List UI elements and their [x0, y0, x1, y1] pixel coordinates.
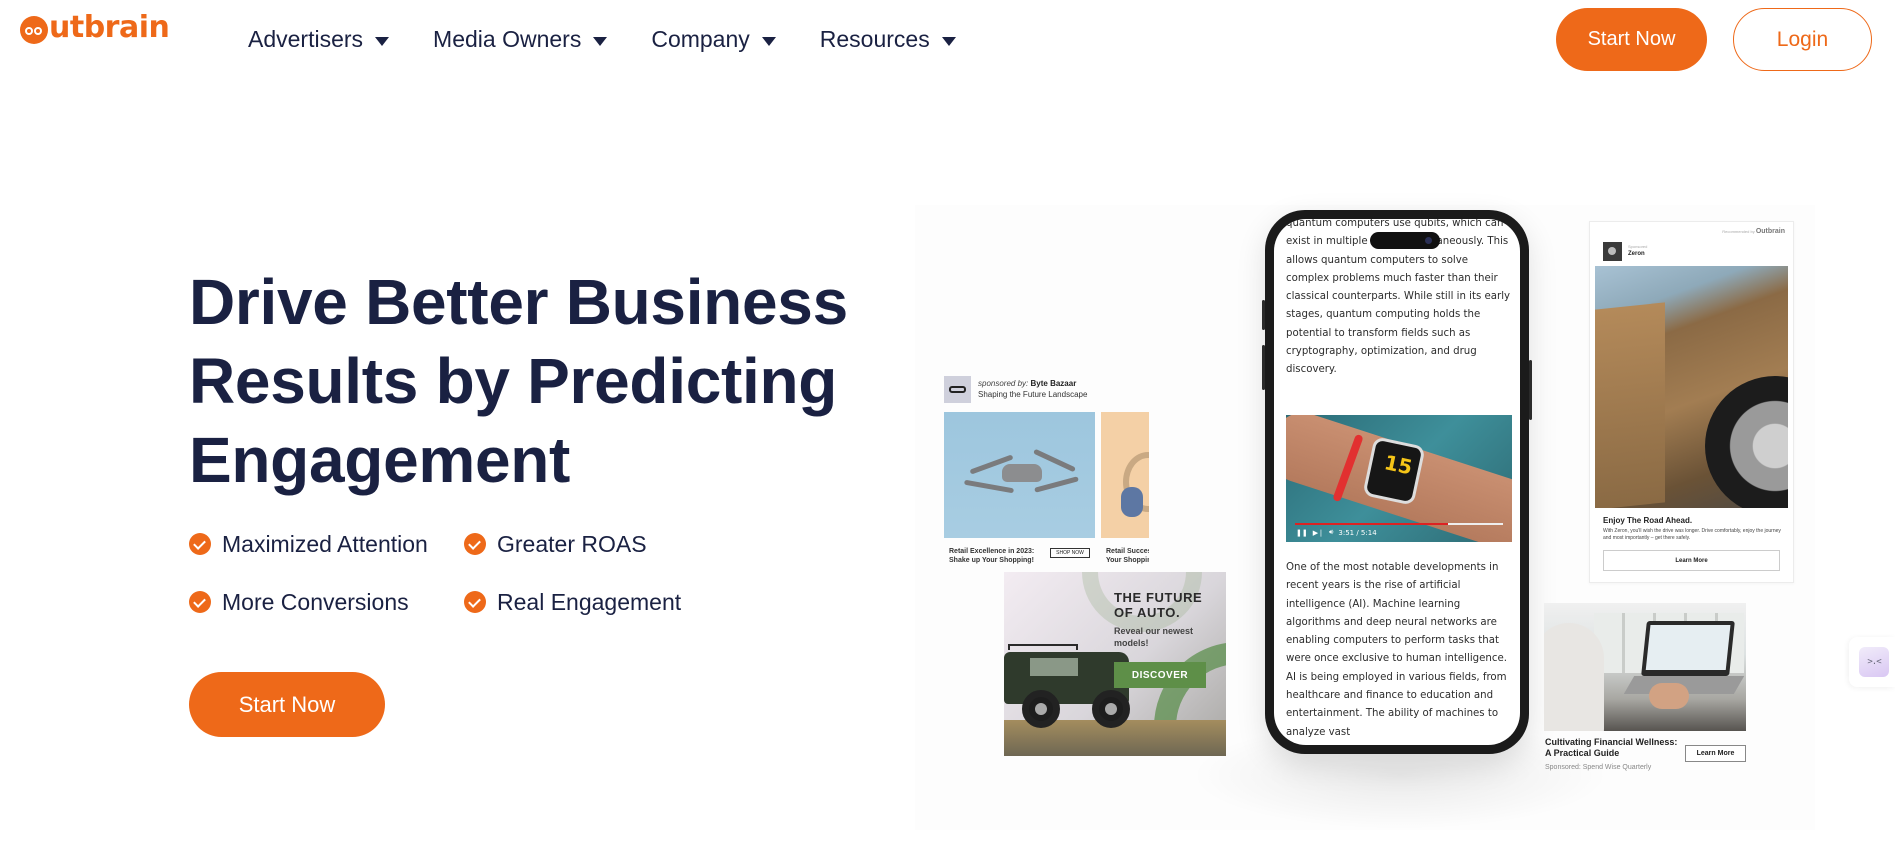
caption-line: Your Shopping — [1106, 557, 1149, 564]
site-header: utbrain Advertisers Media Owners Company… — [0, 0, 1895, 86]
ad-caption: Retail Success Your Shopping — [1106, 547, 1149, 565]
zeron-learn-more-button[interactable]: Learn More — [1603, 550, 1780, 571]
zeron-logo-icon — [1603, 242, 1622, 261]
caption-line: Retail Excellence in 2023: — [949, 548, 1035, 555]
auto-headline: THE FUTURE OF AUTO. — [1114, 590, 1202, 620]
sponsored-prefix: sponsored by: — [978, 379, 1029, 388]
caret-down-icon — [941, 36, 956, 46]
video-time: 3:51 / 5:14 — [1338, 528, 1377, 537]
nav-company[interactable]: Company — [651, 26, 776, 53]
headline-line: Cultivating Financial Wellness: — [1545, 737, 1678, 747]
benefit-item: Greater ROAS — [464, 530, 709, 558]
financial-wellness-ad: Cultivating Financial Wellness: A Practi… — [1544, 603, 1749, 778]
finance-learn-more-button[interactable]: Learn More — [1685, 745, 1746, 762]
nav-label: Advertisers — [248, 26, 364, 52]
main-nav: Advertisers Media Owners Company Resourc… — [248, 26, 1000, 53]
discover-button[interactable]: DISCOVER — [1114, 662, 1206, 688]
hero-start-now-button[interactable]: Start Now — [189, 672, 385, 737]
logo-glasses-icon — [20, 16, 48, 44]
chat-widget-icon: >.< — [1859, 647, 1889, 677]
benefit-item: Real Engagement — [464, 588, 709, 616]
nav-label: Resources — [819, 26, 930, 52]
zeron-description: With Zeron, you'll wish the drive was lo… — [1603, 528, 1781, 541]
video-controls: ❚❚ ▶❘ 🔊︎ 3:51 / 5:14 — [1296, 528, 1377, 537]
phone-button — [1529, 360, 1532, 420]
zeron-ad: Recommended by Outbrain Sponsored Zeron … — [1589, 221, 1794, 583]
headphones-image — [1101, 412, 1149, 538]
finance-headline: Cultivating Financial Wellness: A Practi… — [1545, 737, 1685, 759]
sponsor-tagline: Shaping the Future Landscape — [978, 390, 1088, 399]
caret-down-icon — [761, 36, 776, 46]
video-progress-bar[interactable] — [1295, 523, 1503, 525]
check-circle-icon — [464, 591, 486, 613]
nav-resources[interactable]: Resources — [820, 26, 956, 53]
drone-image — [944, 412, 1095, 538]
sponsor-line: sponsored by: Byte Bazaar — [978, 379, 1076, 388]
nav-advertisers[interactable]: Advertisers — [248, 26, 390, 53]
byte-bazaar-ad: sponsored by: Byte Bazaar Shaping the Fu… — [944, 376, 1149, 566]
caption-line: Retail Success — [1106, 548, 1149, 555]
pause-icon[interactable]: ❚❚ — [1296, 529, 1308, 537]
benefits-list: Maximized Attention Greater ROAS More Co… — [189, 530, 709, 616]
caption-line: Shake up Your Shopping! — [949, 557, 1034, 564]
nav-label: Media Owners — [433, 26, 582, 52]
shop-now-button[interactable]: SHOP NOW — [1050, 548, 1090, 558]
recommended-by-label: Recommended by — [1722, 229, 1755, 234]
next-icon[interactable]: ▶❘ — [1313, 529, 1324, 537]
header-start-now-button[interactable]: Start Now — [1556, 8, 1707, 71]
headline-line: THE FUTURE — [1114, 590, 1203, 605]
phone-screen: quantum computers use qubits, which can … — [1274, 219, 1520, 745]
recommended-by: Recommended by Outbrain — [1722, 228, 1785, 235]
logo-wordmark: utbrain — [49, 10, 170, 45]
nav-label: Company — [651, 26, 750, 52]
article-paragraph: One of the most notable developments in … — [1286, 562, 1507, 738]
subtext-line: Reveal our newest — [1114, 626, 1194, 636]
finance-sponsored: Sponsored: Spend Wise Quarterly — [1545, 764, 1652, 771]
benefit-label: Maximized Attention — [222, 530, 428, 557]
sponsor-name: Byte Bazaar — [1030, 379, 1077, 388]
nav-media-owners[interactable]: Media Owners — [433, 26, 608, 53]
phone-button — [1262, 345, 1265, 390]
headline-line: A Practical Guide — [1545, 748, 1620, 758]
outbrain-logo[interactable]: utbrain — [20, 10, 170, 45]
benefit-item: Maximized Attention — [189, 530, 464, 558]
phone-mockup: quantum computers use qubits, which can … — [1262, 210, 1532, 754]
benefit-item: More Conversions — [189, 588, 464, 616]
laptop-image — [1544, 603, 1746, 731]
sponsored-label: Sponsored — [1628, 244, 1648, 249]
caret-down-icon — [593, 36, 608, 46]
outbrain-mini-logo: Outbrain — [1755, 228, 1785, 235]
ad-caption: Retail Excellence in 2023: Shake up Your… — [949, 547, 1034, 565]
dynamic-island — [1370, 232, 1440, 249]
future-of-auto-ad: THE FUTURE OF AUTO. Reveal our newest mo… — [1004, 572, 1226, 756]
zeron-brand-name: Zeron — [1628, 251, 1645, 257]
video-progress-fill — [1295, 523, 1448, 525]
login-button[interactable]: Login — [1733, 8, 1872, 71]
volume-icon[interactable]: 🔊︎ — [1329, 528, 1333, 537]
benefit-label: Real Engagement — [497, 588, 682, 615]
benefit-label: Greater ROAS — [497, 530, 647, 557]
check-circle-icon — [189, 533, 211, 555]
video-player[interactable]: 15 ❚❚ ▶❘ 🔊︎ 3:51 / 5:14 — [1286, 415, 1512, 542]
byte-bazaar-logo-icon — [944, 376, 971, 403]
phone-button — [1262, 300, 1265, 330]
auto-subtext: Reveal our newest models! — [1114, 625, 1193, 649]
watch-number: 15 — [1382, 450, 1415, 480]
chat-widget[interactable]: >.< — [1849, 637, 1895, 687]
subtext-line: models! — [1114, 638, 1149, 648]
car-door-image — [1595, 266, 1788, 508]
zeron-headline: Enjoy The Road Ahead. — [1603, 516, 1693, 525]
headline-line: OF AUTO. — [1114, 605, 1181, 620]
check-circle-icon — [464, 533, 486, 555]
check-circle-icon — [189, 591, 211, 613]
caret-down-icon — [375, 36, 390, 46]
hero-title: Drive Better Business Results by Predict… — [189, 266, 848, 496]
benefit-label: More Conversions — [222, 588, 409, 615]
